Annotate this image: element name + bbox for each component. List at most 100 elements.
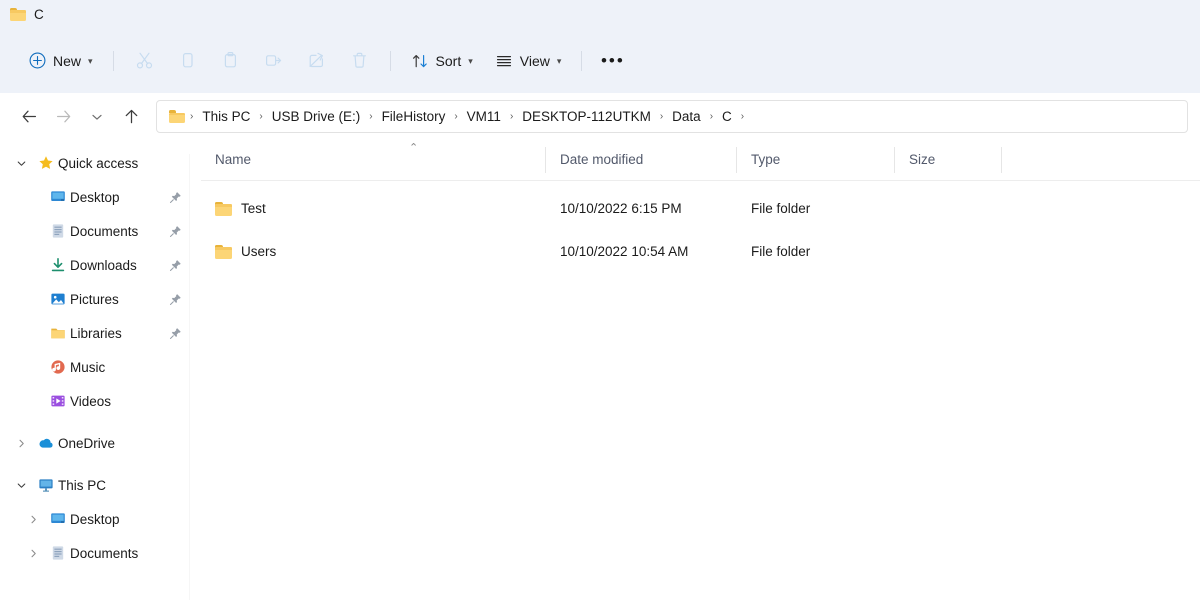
see-more-button[interactable]: ••• [591,44,634,77]
pin-icon[interactable] [169,191,182,204]
view-button-label: View [519,52,550,69]
file-list-pane: Name ⌃ Date modified Type Size Test 10/10… [190,140,1200,600]
breadcrumb-separator: › [509,111,514,122]
breadcrumb-item[interactable]: This PC [196,106,256,127]
chevron-right-icon[interactable] [20,514,46,525]
share-icon [307,51,326,70]
paste-button[interactable] [209,44,252,77]
pin-icon[interactable] [169,259,182,272]
address-bar[interactable]: › This PC › USB Drive (E:) › FileHistory › VM11… [156,100,1188,133]
chevron-right-icon[interactable] [8,438,34,449]
arrow-up-icon [122,107,141,126]
sidebar-item-libraries[interactable]: Libraries [0,316,190,350]
sidebar-item-label: Desktop [70,511,120,527]
sidebar-item-downloads[interactable]: Downloads [0,248,190,282]
file-name-label: Test [241,201,266,216]
forward-button[interactable] [46,101,80,133]
sidebar-item-quick-access[interactable]: Quick access [0,146,190,180]
breadcrumb-separator: › [709,111,714,122]
pin-icon[interactable] [169,225,182,238]
recent-locations-button[interactable] [80,101,114,133]
back-button[interactable] [12,101,46,133]
cut-button[interactable] [123,44,166,77]
column-header-date-modified[interactable]: Date modified [546,140,737,180]
sidebar-item-desktop[interactable]: Desktop [0,180,190,214]
column-header-date-modified-label: Date modified [560,152,644,167]
sidebar-item-desktop[interactable]: Desktop [0,502,190,536]
music-icon [49,359,67,375]
column-header-type[interactable]: Type [737,140,895,180]
file-name-label: Users [241,244,277,259]
navigation-pane-scrollbar-track[interactable] [189,154,190,600]
breadcrumb-item[interactable]: DESKTOP-112UTKM [516,106,657,127]
sidebar-item-label: Documents [70,223,139,239]
trash-icon [350,51,369,70]
folder-icon [49,325,67,341]
breadcrumb-separator: › [259,111,263,122]
star-icon [37,155,55,171]
plus-circle-icon [29,52,46,69]
sidebar-item-label: Libraries [70,325,122,341]
column-header-size-label: Size [909,152,936,167]
navigation-pane: Quick access Desktop Documents Downloads Pic… [0,140,190,600]
sort-icon [411,52,429,70]
pin-icon[interactable] [169,327,182,340]
sidebar-item-videos[interactable]: Videos [0,384,190,418]
sort-ascending-icon: ⌃ [409,142,419,154]
sidebar-item-label: Videos [70,393,112,409]
sidebar-item-onedrive[interactable]: OneDrive [0,426,190,460]
rename-button[interactable] [252,44,295,77]
onedrive-icon [37,435,55,451]
cell-name: Users [201,244,546,259]
folder-icon [169,110,185,123]
copy-button[interactable] [166,44,209,77]
sidebar-item-label: Pictures [70,291,119,307]
column-header-name[interactable]: Name ⌃ [201,140,546,180]
breadcrumb-item[interactable]: FileHistory [376,106,452,127]
view-button[interactable]: View ▾ [484,44,573,77]
sidebar-item-this-pc[interactable]: This PC [0,468,190,502]
pictures-icon [49,291,67,307]
ellipsis-icon: ••• [600,51,625,70]
rename-icon [264,51,283,70]
new-button-label: New [53,52,82,69]
window-title: C [34,6,44,22]
up-button[interactable] [114,101,148,133]
pc-icon [37,477,55,493]
breadcrumb-item[interactable]: VM11 [461,106,507,127]
chevron-down-icon: ▾ [556,56,562,66]
pin-icon[interactable] [169,293,182,306]
sidebar-item-pictures[interactable]: Pictures [0,282,190,316]
nav-group-spacer [0,460,190,468]
column-header-name-label: Name [215,152,252,167]
breadcrumb-separator: › [369,111,373,122]
share-button[interactable] [295,44,338,77]
sidebar-item-label: Documents [70,545,139,561]
chevron-down-icon[interactable] [8,480,34,491]
list-view-icon [495,52,513,70]
sidebar-item-music[interactable]: Music [0,350,190,384]
breadcrumb-item[interactable]: Data [666,106,707,127]
cell-type: File folder [737,201,895,216]
chevron-down-icon[interactable] [8,158,34,169]
chevron-right-icon[interactable] [20,548,46,559]
table-row[interactable]: Users 10/10/2022 10:54 AM File folder [201,230,1200,273]
address-bar-row: › This PC › USB Drive (E:) › FileHistory › VM11… [0,93,1200,140]
delete-button[interactable] [338,44,381,77]
breadcrumb-item[interactable]: USB Drive (E:) [266,106,367,127]
sidebar-item-label: OneDrive [58,435,116,451]
toolbar-divider-2 [389,50,391,71]
new-button[interactable]: New ▾ [18,44,104,77]
chevron-down-icon: ▾ [468,56,473,66]
sort-button[interactable]: Sort ▾ [400,44,484,77]
table-row[interactable]: Test 10/10/2022 6:15 PM File folder [201,187,1200,230]
column-divider[interactable] [1001,147,1002,173]
breadcrumb-item[interactable]: C [716,106,738,127]
sidebar-item-documents[interactable]: Documents [0,536,190,570]
file-list: Test 10/10/2022 6:15 PM File folder Users 10… [201,181,1200,273]
column-header-size[interactable]: Size [895,140,1002,180]
breadcrumb-separator: › [659,111,664,122]
date-modified-label: 10/10/2022 6:15 PM [560,201,682,216]
cell-name: Test [201,201,546,216]
sidebar-item-documents[interactable]: Documents [0,214,190,248]
